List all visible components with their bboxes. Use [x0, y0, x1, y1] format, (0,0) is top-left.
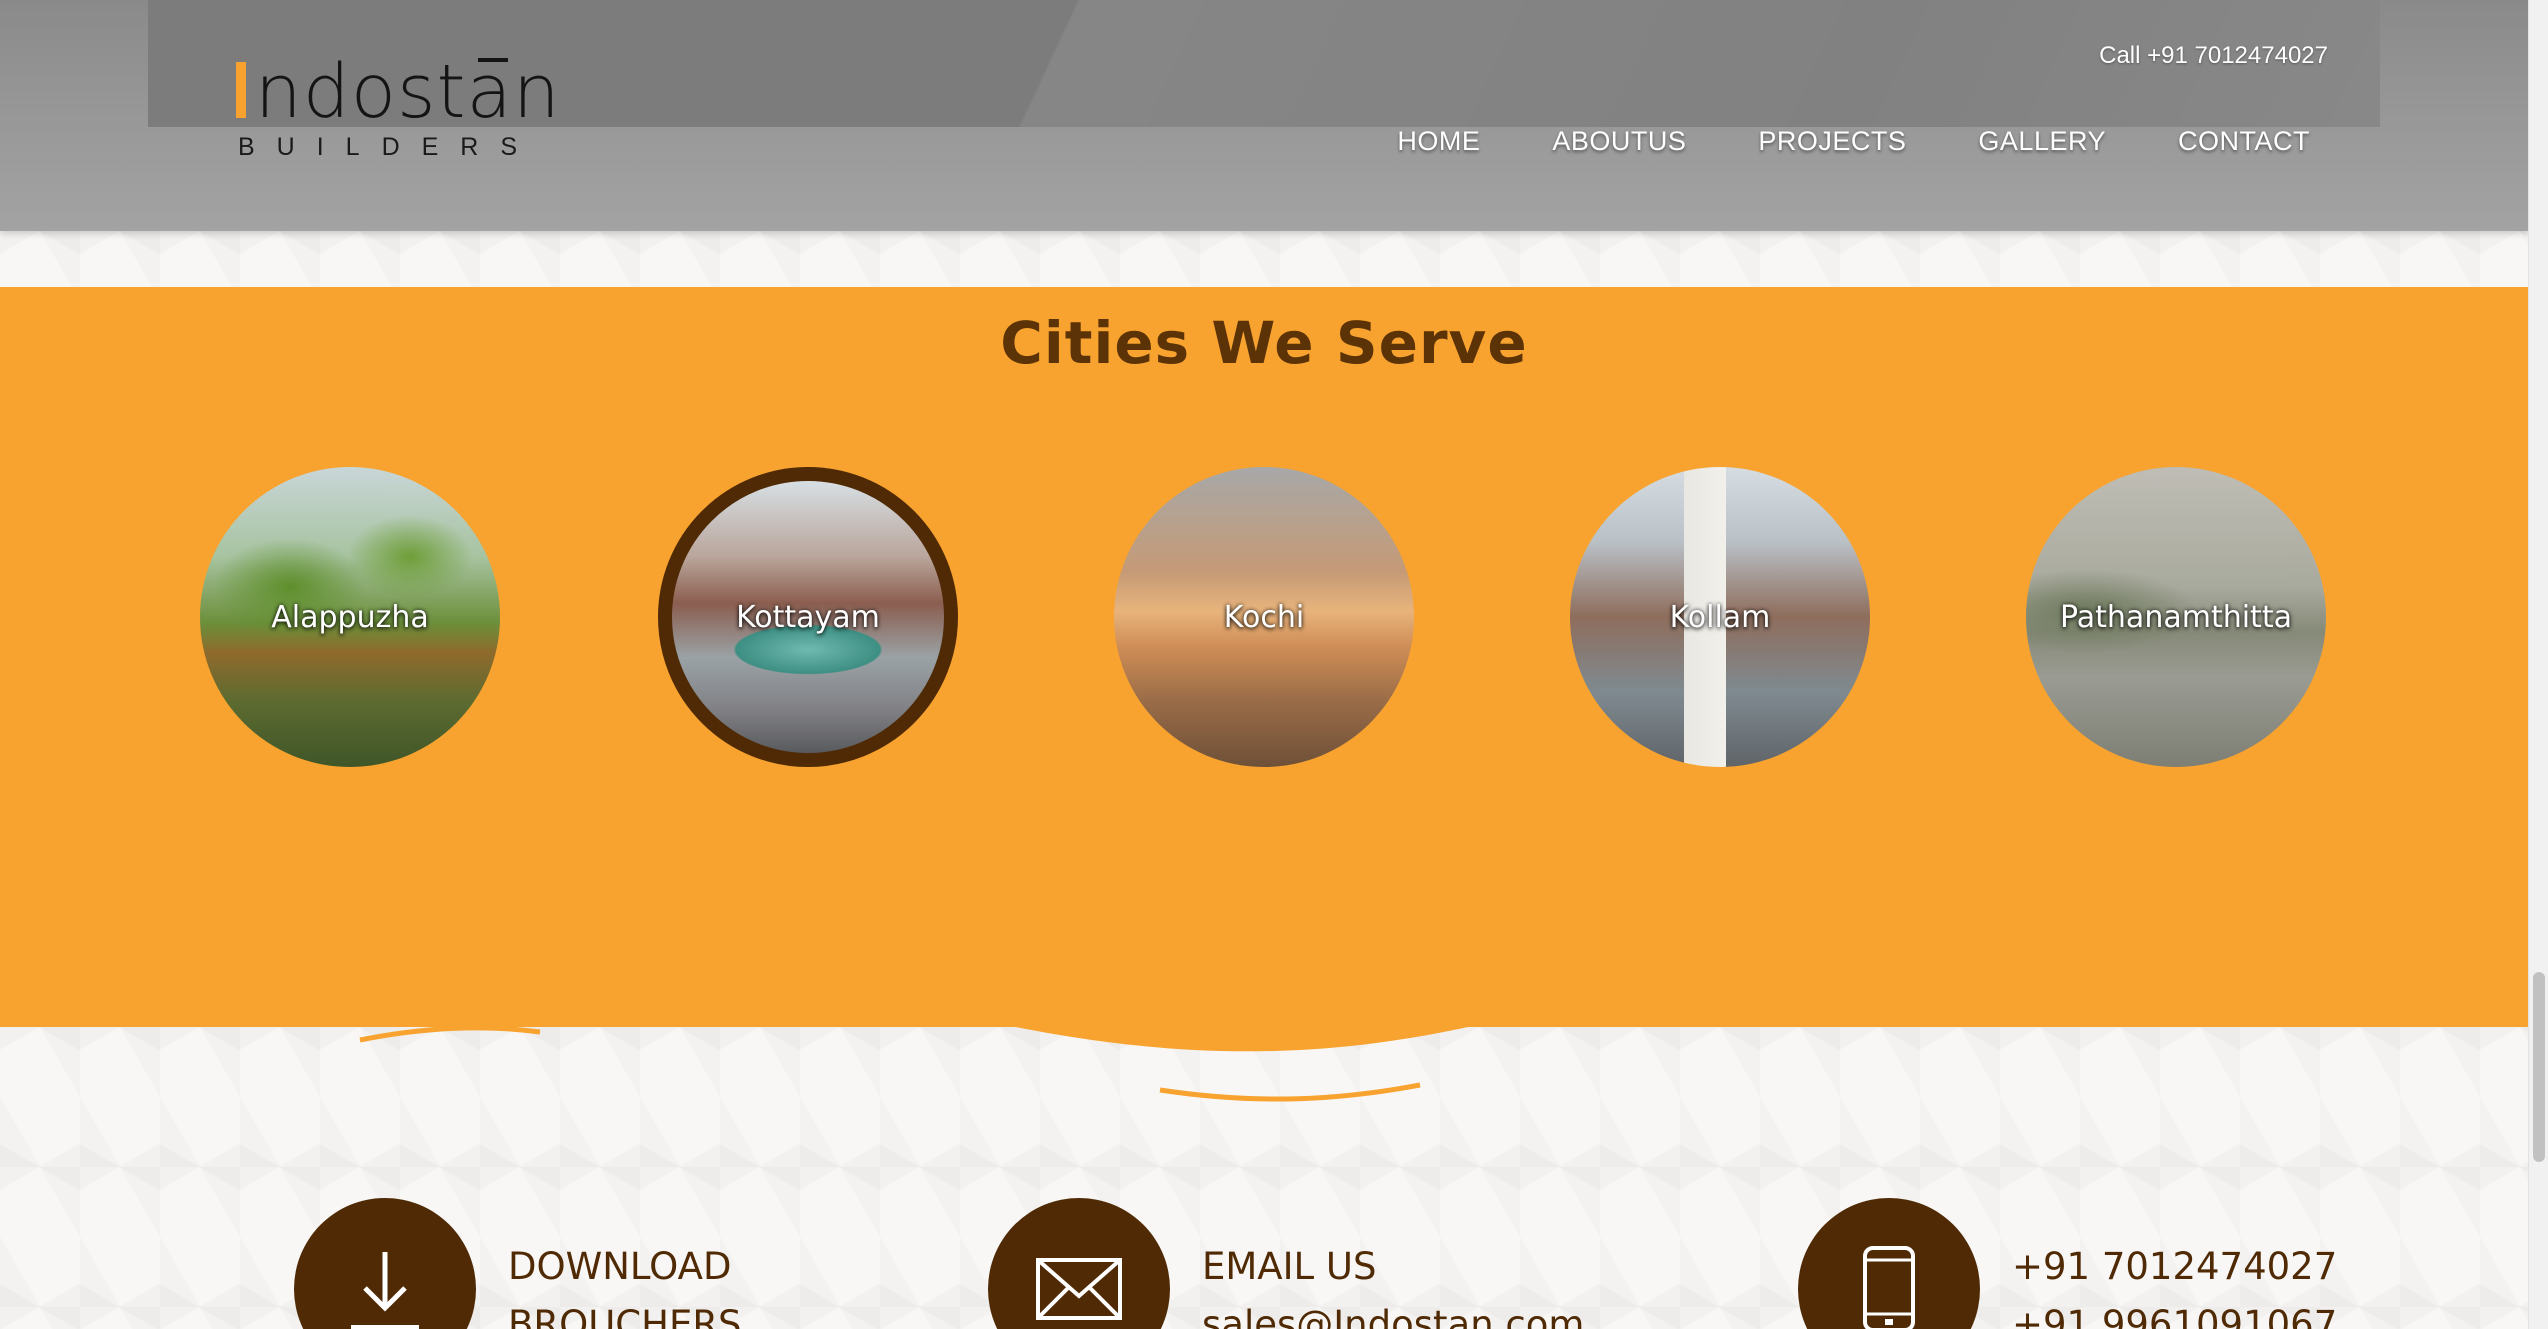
phone-text[interactable]: +91 7012474027 +91 9961091067 [2012, 1238, 2337, 1329]
call-number[interactable]: Call +91 7012474027 [2099, 42, 2328, 70]
logo[interactable]: Indostan BUILDERS [232, 52, 572, 162]
nav-gallery[interactable]: GALLERY [1978, 126, 2106, 157]
nav-contact[interactable]: CONTACT [2178, 126, 2310, 157]
logo-macron [478, 58, 508, 62]
scrollbar-thumb[interactable] [2533, 972, 2545, 1162]
city-label: Kollam [1669, 599, 1771, 635]
download-line1: DOWNLOAD [508, 1245, 732, 1288]
nav-projects[interactable]: PROJECTS [1758, 126, 1906, 157]
email-text[interactable]: EMAIL US sales@Indostan.com [1202, 1238, 1584, 1329]
logo-accent-bar [236, 62, 246, 118]
nav-home[interactable]: HOME [1397, 126, 1480, 157]
email-line1: EMAIL US [1202, 1245, 1377, 1288]
download-text[interactable]: DOWNLOAD BROUCHERS [508, 1238, 742, 1329]
city-alappuzha[interactable]: Alappuzha [200, 467, 500, 767]
nav-aboutus[interactable]: ABOUTUS [1552, 126, 1686, 157]
download-icon [351, 1252, 419, 1329]
city-kollam[interactable]: Kollam [1570, 467, 1870, 767]
city-label: Pathanamthitta [2060, 599, 2292, 635]
section-title: Cities We Serve [1000, 309, 1528, 377]
city-kottayam[interactable]: Kottayam [658, 467, 958, 767]
site-header: Indostan BUILDERS Call +91 7012474027 HO… [0, 0, 2528, 231]
download-line2: BROUCHERS [508, 1303, 742, 1329]
city-kochi[interactable]: Kochi [1114, 467, 1414, 767]
city-pathanamthitta[interactable]: Pathanamthitta [2026, 467, 2326, 767]
phone-number-1[interactable]: +91 7012474027 [2012, 1238, 2337, 1296]
city-label: Kochi [1223, 599, 1305, 635]
envelope-icon [1036, 1258, 1122, 1320]
main-nav: HOME ABOUTUS PROJECTS GALLERY CONTACT [1397, 126, 2310, 157]
scrollbar[interactable] [2528, 0, 2548, 1329]
mobile-phone-icon [1863, 1246, 1915, 1329]
logo-subtitle: BUILDERS [238, 133, 540, 161]
city-label: Alappuzha [271, 599, 429, 635]
email-address[interactable]: sales@Indostan.com [1202, 1296, 1584, 1329]
city-label: Kottayam [736, 599, 880, 635]
phone-number-2[interactable]: +91 9961091067 [2012, 1296, 2337, 1329]
brush-wave [0, 900, 2528, 1102]
pattern-strip [0, 231, 2528, 287]
logo-wordmark: Indostan [232, 49, 561, 135]
